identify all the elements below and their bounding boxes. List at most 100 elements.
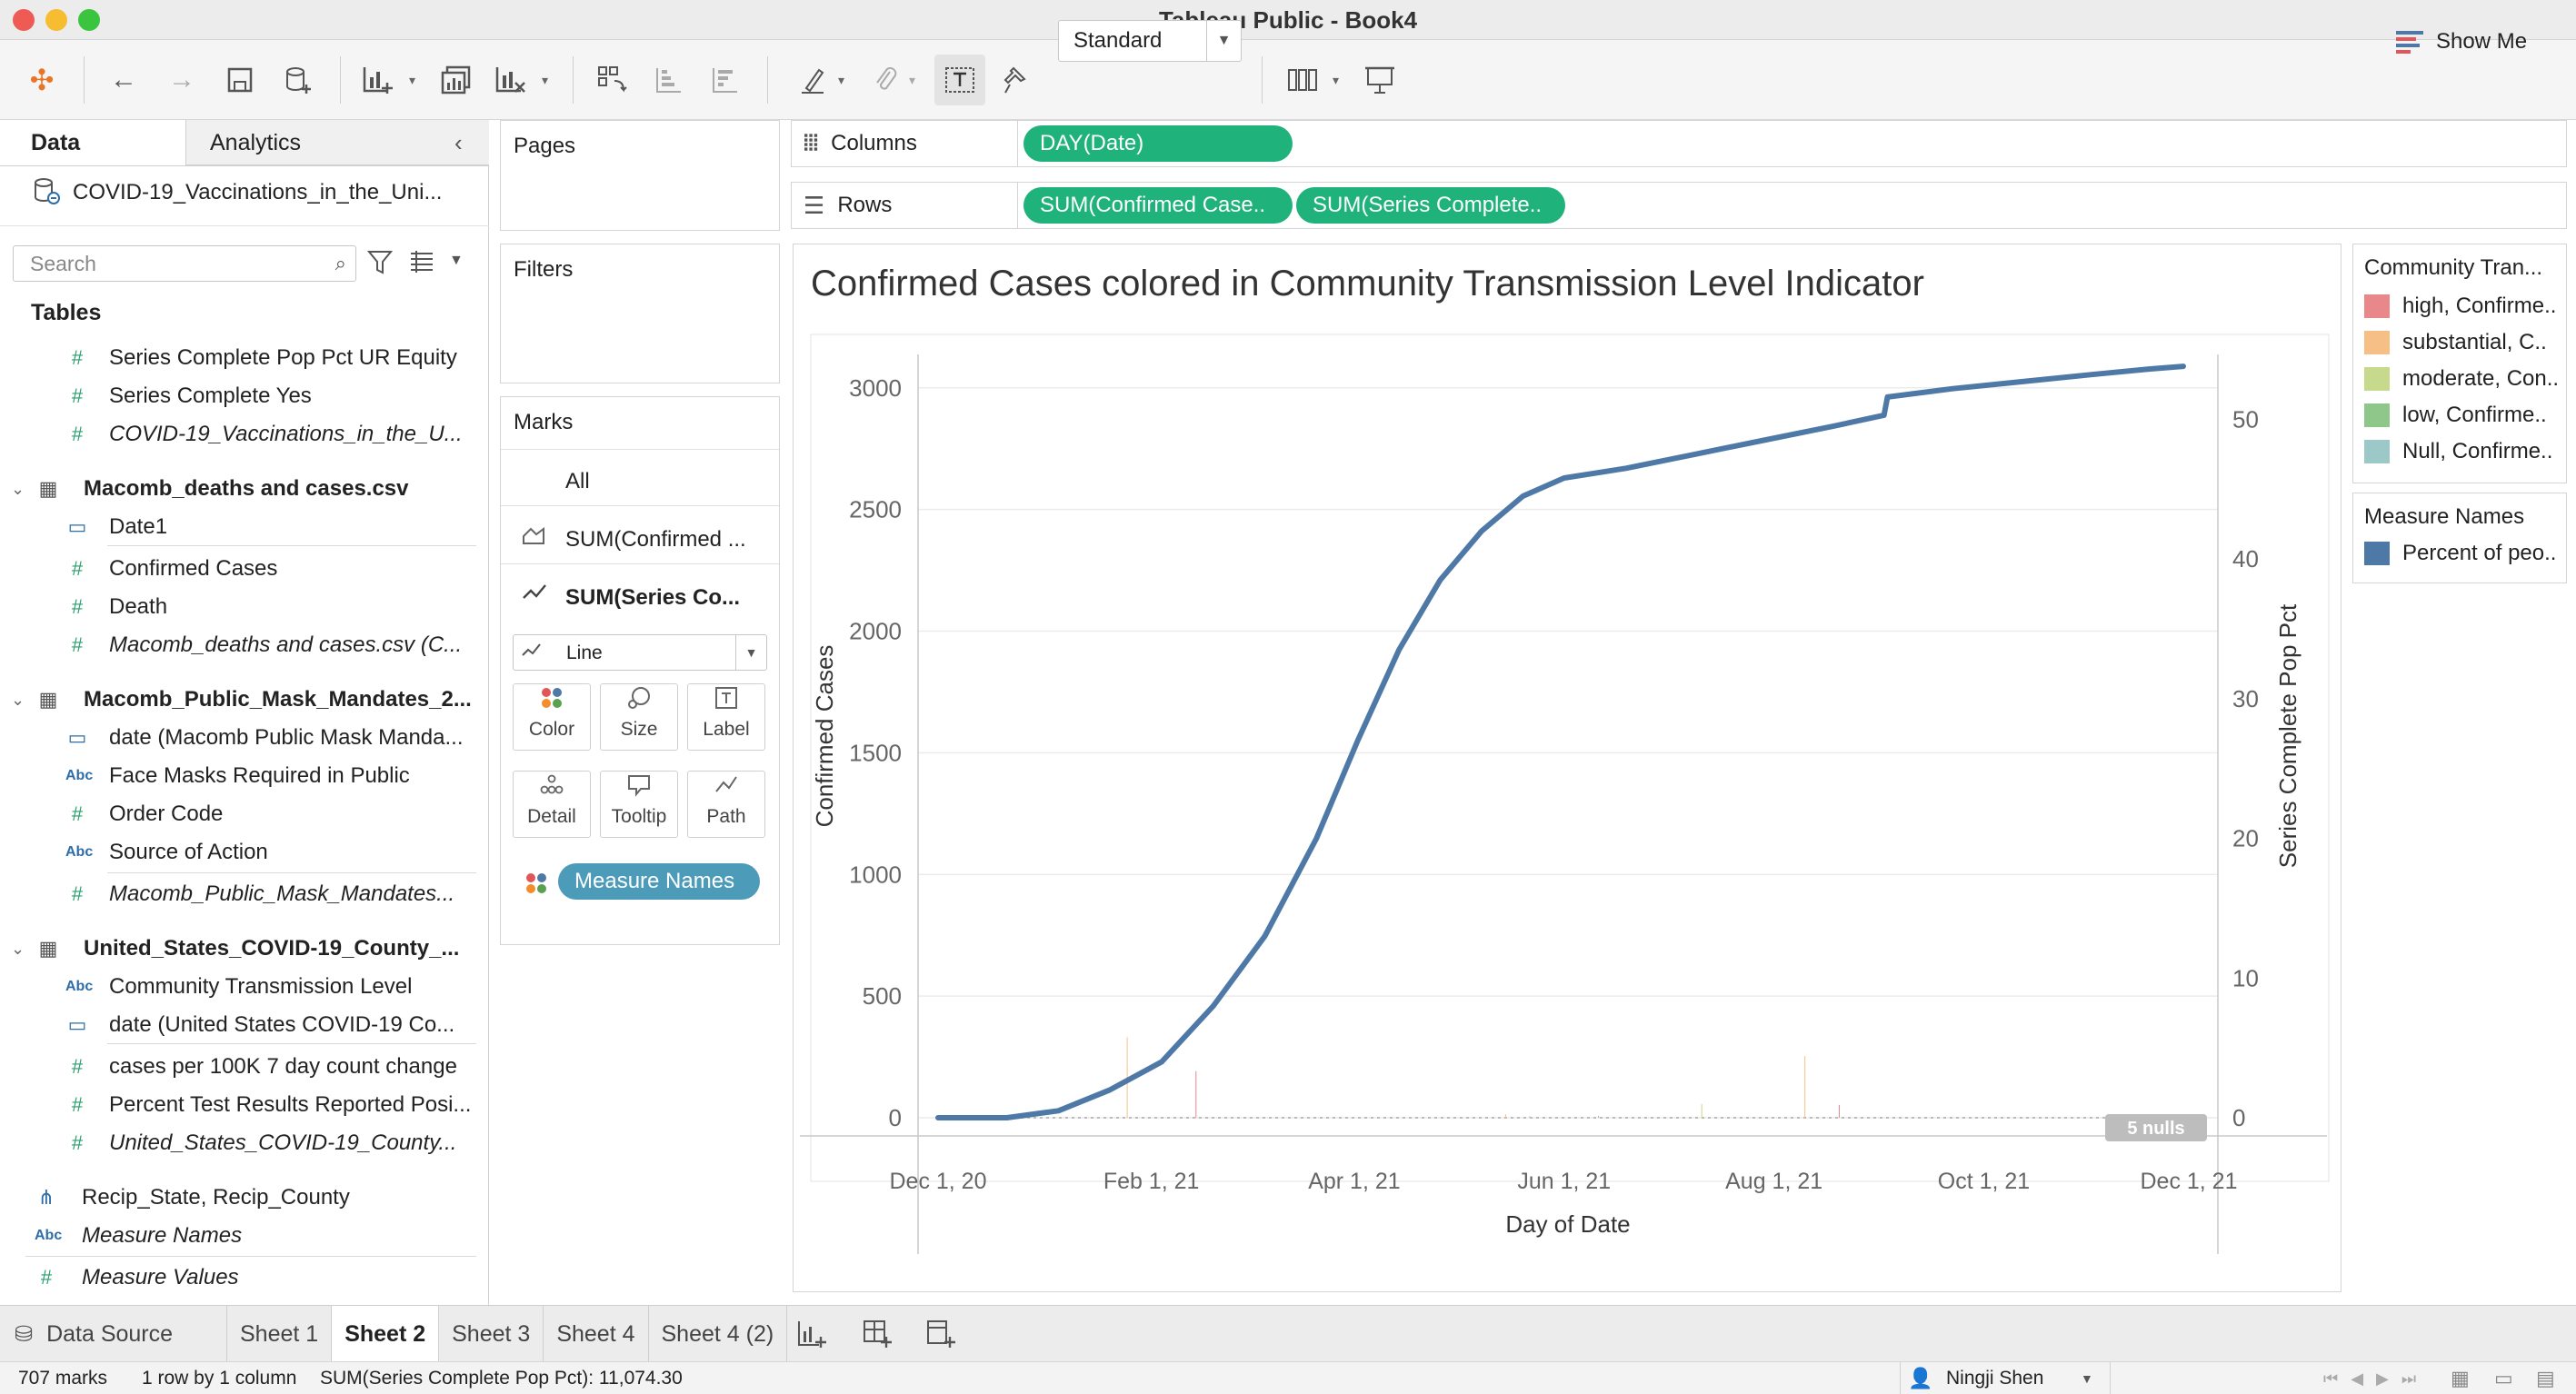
collapse-pane-icon[interactable]: ‹: [454, 129, 463, 157]
duplicate-icon[interactable]: [434, 58, 478, 102]
view-options-icon[interactable]: [409, 249, 434, 279]
marks-measure-tab-1[interactable]: SUM(Confirmed ...: [565, 527, 746, 553]
field-row[interactable]: ▭ date (Macomb Public Mask Manda...: [0, 720, 482, 756]
color-button[interactable]: Color: [513, 683, 591, 751]
tab-sheet[interactable]: Sheet 3: [439, 1306, 544, 1362]
show-cards-icon[interactable]: [1283, 58, 1327, 102]
search-input[interactable]: Search ⌕: [13, 245, 356, 282]
rows-pill-confirmed-cases[interactable]: SUM(Confirmed Case..: [1023, 187, 1293, 224]
legend-item[interactable]: Null, Confirme..: [2353, 433, 2566, 470]
save-icon[interactable]: [218, 58, 262, 102]
chart-canvas[interactable]: 0 500 1000 1500 2000 2500 3000 0 10 20 30 40 50 Dec 1…: [800, 327, 2336, 1281]
datasource-name[interactable]: COVID-19_Vaccinations_in_the_Uni...: [73, 180, 509, 205]
chevron-down-icon[interactable]: ⌄: [11, 682, 25, 718]
tab-sheet[interactable]: Sheet 1: [227, 1306, 333, 1362]
new-worksheet-dropdown[interactable]: ▾: [409, 73, 415, 88]
legend-item[interactable]: high, Confirme..: [2353, 288, 2566, 324]
table-name: United_States_COVID-19_County_...: [84, 936, 460, 961]
filter-icon[interactable]: [366, 249, 394, 283]
table-header[interactable]: ⌄ ▦ Macomb_Public_Mask_Mandates_2...: [0, 682, 482, 718]
field-row[interactable]: ▭ Date1: [0, 509, 482, 545]
field-row[interactable]: ▭ date (United States COVID-19 Co...: [0, 1007, 482, 1043]
show-mark-labels-icon[interactable]: [934, 55, 985, 105]
user-menu[interactable]: 👤 Ningji Shen ▼: [1900, 1362, 2111, 1394]
table-header[interactable]: ⌄ ▦ United_States_COVID-19_County_...: [0, 931, 482, 967]
new-datasource-icon[interactable]: [276, 58, 320, 102]
detail-button[interactable]: Detail: [513, 771, 591, 838]
label-button[interactable]: Label: [687, 683, 765, 751]
tab-sheet[interactable]: Sheet 4: [544, 1306, 649, 1362]
sheet-navigation-icons[interactable]: ⏮◀▶⏭: [2323, 1362, 2429, 1394]
chevron-down-icon[interactable]: ▼: [1206, 21, 1241, 61]
chevron-down-icon[interactable]: ▼: [2081, 1362, 2093, 1394]
path-button[interactable]: Path: [687, 771, 765, 838]
field-row[interactable]: # Percent Test Results Reported Posi...: [0, 1087, 482, 1123]
highlight-dropdown[interactable]: ▾: [838, 73, 844, 88]
clear-sheet-dropdown[interactable]: ▾: [542, 73, 548, 88]
sort-ascending-icon[interactable]: [647, 58, 691, 102]
field-row[interactable]: Abc Source of Action: [0, 834, 482, 871]
tooltip-button[interactable]: Tooltip: [600, 771, 678, 838]
columns-pill-day-date[interactable]: DAY(Date): [1023, 125, 1293, 162]
clear-sheet-icon[interactable]: [489, 58, 533, 102]
size-button[interactable]: Size: [600, 683, 678, 751]
view-options-dropdown[interactable]: ▼: [449, 253, 464, 269]
group-members-icon[interactable]: [864, 58, 907, 102]
tab-view-icon[interactable]: ▭: [2494, 1362, 2513, 1394]
tab-analytics[interactable]: Analytics: [185, 120, 489, 165]
highlight-icon[interactable]: [791, 58, 834, 102]
field-row[interactable]: # Series Complete Pop Pct UR Equity: [0, 340, 482, 376]
legend-item[interactable]: low, Confirme..: [2353, 397, 2566, 433]
field-row[interactable]: # Macomb_Public_Mask_Mandates...: [0, 876, 482, 912]
group-dropdown[interactable]: ▾: [909, 73, 915, 88]
marks-measure-tab-2[interactable]: SUM(Series Co...: [565, 585, 740, 611]
chevron-down-icon[interactable]: ⌄: [11, 931, 25, 967]
legend-item[interactable]: moderate, Con..: [2353, 361, 2566, 397]
x-tick-label: Jun 1, 21: [1517, 1169, 1611, 1194]
chevron-down-icon[interactable]: ⌄: [11, 471, 25, 507]
fit-size-select[interactable]: Standard ▼: [1058, 20, 1242, 62]
presentation-mode-icon[interactable]: [1358, 58, 1402, 102]
legend-item[interactable]: substantial, C..: [2353, 324, 2566, 361]
swap-rows-columns-icon[interactable]: [591, 58, 634, 102]
field-row[interactable]: Abc Community Transmission Level: [0, 969, 482, 1005]
tableau-logo-icon[interactable]: ✣: [20, 58, 64, 102]
marks-all-tab[interactable]: All: [565, 469, 590, 494]
tab-data[interactable]: Data: [0, 120, 185, 165]
grid-view-icon[interactable]: ▤: [2536, 1362, 2555, 1394]
show-cards-dropdown[interactable]: ▾: [1333, 73, 1339, 88]
table-header[interactable]: ⌄ ▦ Macomb_deaths and cases.csv: [0, 471, 482, 507]
filmstrip-view-icon[interactable]: ▦: [2451, 1362, 2470, 1394]
mark-type-select[interactable]: Line ▼: [513, 634, 767, 671]
chevron-down-icon[interactable]: ▼: [735, 635, 766, 670]
back-icon[interactable]: ←: [102, 58, 145, 102]
field-row[interactable]: # Series Complete Yes: [0, 378, 482, 414]
new-worksheet-icon[interactable]: [356, 58, 400, 102]
field-row[interactable]: Abc Measure Names: [0, 1218, 482, 1254]
field-row[interactable]: ⋔ Recip_State, Recip_County: [0, 1180, 482, 1216]
field-row[interactable]: # Macomb_deaths and cases.csv (C...: [0, 627, 482, 663]
field-row[interactable]: Abc Face Masks Required in Public: [0, 758, 482, 794]
fix-axes-pin-icon[interactable]: [994, 58, 1038, 102]
legend-item[interactable]: Percent of peo..: [2353, 535, 2566, 572]
color-measure-names-pill[interactable]: Measure Names: [558, 863, 760, 900]
filters-shelf[interactable]: Filters: [500, 244, 780, 383]
new-dashboard-icon[interactable]: [862, 1319, 893, 1354]
field-row[interactable]: # Order Code: [0, 796, 482, 832]
new-worksheet-icon[interactable]: [796, 1319, 827, 1354]
field-row[interactable]: # cases per 100K 7 day count change: [0, 1049, 482, 1085]
forward-icon[interactable]: →: [160, 58, 204, 102]
new-story-icon[interactable]: [925, 1319, 956, 1354]
tab-sheet[interactable]: Sheet 4 (2): [649, 1306, 788, 1362]
field-row[interactable]: # Death: [0, 589, 482, 625]
field-row[interactable]: # COVID-19_Vaccinations_in_the_U...: [0, 416, 482, 453]
pages-shelf[interactable]: Pages: [500, 120, 780, 231]
tab-data-source[interactable]: ⛁ Data Source: [0, 1306, 227, 1362]
sort-descending-icon[interactable]: [704, 58, 747, 102]
field-row[interactable]: # Confirmed Cases: [0, 551, 482, 587]
show-me-button[interactable]: Show Me: [2396, 24, 2527, 60]
rows-pill-series-complete[interactable]: SUM(Series Complete..: [1296, 187, 1565, 224]
field-row[interactable]: # United_States_COVID-19_County...: [0, 1125, 482, 1161]
field-row[interactable]: # Measure Values: [0, 1260, 482, 1296]
tab-sheet[interactable]: Sheet 2: [332, 1306, 440, 1362]
